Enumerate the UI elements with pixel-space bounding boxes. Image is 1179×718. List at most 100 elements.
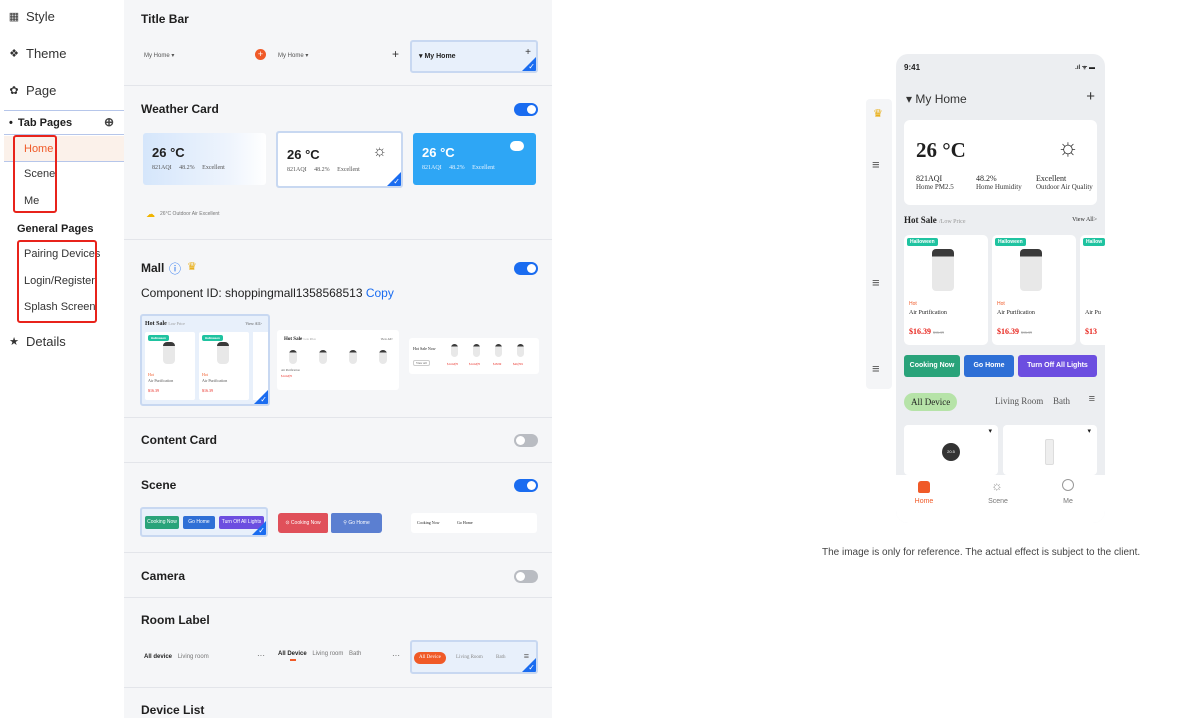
- thermostat-device: 20.5: [942, 443, 960, 461]
- product-name: Air Purification: [909, 310, 947, 316]
- info-icon[interactable]: ⓘ: [169, 260, 181, 277]
- nav-style-label: Style: [26, 8, 55, 24]
- weather-style-2[interactable]: 26 °C ☼ 821AQI 48.2% Excellent ✓: [276, 131, 403, 188]
- weather-temp: 26 °C: [152, 145, 185, 160]
- mall-style-3[interactable]: Hot Sale Now View All $1412(H $1412(H $1…: [409, 338, 539, 374]
- weather-air: Excellent: [472, 165, 495, 171]
- scene-style-3[interactable]: Cooking Now Go Home: [411, 513, 537, 533]
- product-name: Air Purification: [997, 310, 1035, 316]
- app-root: ▦ Style ❖ Theme ✿ Page • Tab Pages ⊕ Hom…: [0, 0, 1179, 718]
- preview-aqi-label: Home PM2.5: [916, 183, 954, 191]
- scene-style-1[interactable]: Cooking Now Go Home Turn Off All Lights …: [140, 507, 268, 537]
- plus-circle-icon: +: [255, 49, 266, 60]
- scene-cooking-button[interactable]: Cooking Now: [904, 355, 960, 377]
- tab-home[interactable]: Home: [909, 498, 939, 505]
- tab-me[interactable]: Me: [1053, 498, 1083, 505]
- scene-go-home-button[interactable]: Go Home: [964, 355, 1014, 377]
- preview-humidity-label: Home Humidity: [976, 183, 1022, 191]
- hot-sale-heading: Hot Sale /Low Price: [904, 215, 966, 225]
- scene-toggle[interactable]: [514, 479, 538, 492]
- star-icon: ★: [9, 335, 19, 348]
- title-bar-option-2[interactable]: My Home ▾: [278, 52, 308, 59]
- scene-tab-icon: ☼: [991, 478, 1003, 493]
- room-tab-bath[interactable]: Bath: [1053, 396, 1070, 406]
- room-style-3[interactable]: All Device Living Room Bath ≡ ✓: [410, 640, 538, 674]
- theme-icon: ❖: [9, 47, 19, 60]
- tab-pages-header[interactable]: • Tab Pages ⊕: [0, 112, 124, 134]
- scene-lights-button[interactable]: Turn Off All Lights: [1018, 355, 1097, 377]
- drag-handle-icon[interactable]: ≡: [872, 275, 880, 290]
- room-tab-living[interactable]: Living Room: [995, 396, 1043, 406]
- me-tab-icon: [1062, 479, 1074, 491]
- weather-humidity: 48.2%: [314, 167, 330, 173]
- weather-style-3[interactable]: 26 °C 821AQI 48.2% Excellent: [413, 133, 536, 185]
- room-tab-all[interactable]: All Device: [904, 393, 958, 411]
- section-scene: Scene Cooking Now Go Home Turn Off All L…: [124, 463, 552, 553]
- title-bar-option-3[interactable]: ▾ My Home + ✓: [410, 40, 538, 73]
- view-all-link[interactable]: View All>: [245, 321, 262, 326]
- component-id: Component ID: shoppingmall1358568513: [141, 286, 363, 300]
- product-price: $13: [1085, 327, 1097, 336]
- copy-link[interactable]: Copy: [366, 286, 394, 300]
- add-icon[interactable]: +: [1086, 88, 1095, 105]
- mall-title: Mall: [141, 261, 165, 275]
- preview-air-label: Outdoor Air Quality: [1036, 183, 1093, 191]
- product-card-2[interactable]: Halloween Hot Air Purification $16.39 $1…: [992, 235, 1076, 345]
- weather-humidity: 48.2%: [449, 165, 465, 171]
- scene-style-2[interactable]: ⊙ Cooking Now ⚲ Go Home: [278, 513, 382, 533]
- add-circle-icon[interactable]: ⊕: [104, 115, 114, 129]
- mall-style-2[interactable]: Hot Sale Low Price View All> Air Purific…: [277, 330, 399, 390]
- weather-aqi: 821AQI: [287, 167, 307, 173]
- preview-air: Excellent: [1036, 174, 1067, 183]
- product-card-1[interactable]: Halloween Hot Air Purification $16.39 $1…: [904, 235, 988, 345]
- weather-aqi: 821AQI: [152, 165, 172, 171]
- nav-theme-label: Theme: [26, 45, 67, 61]
- view-all-link[interactable]: View All>: [1072, 217, 1097, 223]
- general-pages-title: General Pages: [17, 223, 94, 235]
- device-card-2[interactable]: ▾: [1003, 425, 1097, 475]
- weather-temp: 26 °C: [287, 147, 320, 162]
- weather-style-1[interactable]: 26 °C 821AQI 48.2% Excellent: [143, 133, 266, 185]
- weather-card-toggle[interactable]: [514, 103, 538, 116]
- title-bar-option-1[interactable]: My Home ▾: [144, 52, 174, 59]
- mall-toggle[interactable]: [514, 262, 538, 275]
- section-weather-card: Weather Card 26 °C 821AQI 48.2% Excellen…: [124, 86, 552, 240]
- mall-style-1[interactable]: Hot Sale Low Price View All> Halloween H…: [140, 314, 270, 406]
- drag-handle-icon[interactable]: ≡: [872, 361, 880, 376]
- weather-card: 26 °C ☼ 821AQI Home PM2.5 48.2% Home Hum…: [904, 120, 1097, 205]
- nav-style[interactable]: ▦ Style: [0, 5, 55, 27]
- status-icons: .ıl ᯤ ▬: [1075, 65, 1095, 71]
- weather-air: Excellent: [202, 165, 225, 171]
- camera-toggle[interactable]: [514, 570, 538, 583]
- sun-icon: ☁: [146, 209, 155, 219]
- bullet-icon: •: [9, 117, 13, 129]
- reference-note: The image is only for reference. The act…: [822, 547, 1141, 558]
- nav-details[interactable]: ★ Details: [0, 330, 66, 352]
- section-rail: ♛ ≡ ≡ ≡: [866, 99, 892, 389]
- content-card-toggle[interactable]: [514, 434, 538, 447]
- room-style-1-living: Living room: [177, 654, 209, 660]
- product-card-3[interactable]: Hallow Air Pu $13: [1080, 235, 1105, 345]
- check-icon: ✓: [528, 62, 535, 71]
- device-card-1[interactable]: ▾ 20.5: [904, 425, 998, 475]
- nav-theme[interactable]: ❖ Theme: [0, 42, 66, 64]
- product-hot-badge: Hot: [909, 301, 917, 307]
- weather-compact-text: 26°C Outdoor Air Excellent: [160, 211, 220, 217]
- nav-details-label: Details: [26, 333, 66, 349]
- check-icon: ✓: [528, 663, 535, 672]
- room-menu-icon[interactable]: ≡: [1089, 393, 1095, 405]
- section-title-bar: Title Bar My Home ▾ + My Home ▾ + ▾ My H…: [124, 0, 552, 86]
- room-style-1-all: All device: [144, 654, 173, 660]
- weather-aqi: 821AQI: [422, 165, 442, 171]
- product-tag: Halloween: [995, 238, 1026, 246]
- section-content-card: Content Card: [124, 418, 552, 463]
- scene-btn-cooking: Cooking Now: [145, 516, 179, 529]
- nav-page[interactable]: ✿ Page: [0, 79, 56, 101]
- sun-cloud-icon: ☼: [1057, 134, 1079, 161]
- drag-handle-icon[interactable]: ≡: [872, 157, 880, 172]
- tab-scene[interactable]: Scene: [983, 498, 1013, 505]
- scene-btn-cooking-alt: ⊙ Cooking Now: [278, 513, 328, 533]
- weather-humidity: 48.2%: [179, 165, 195, 171]
- home-title[interactable]: ▾ My Home: [906, 92, 967, 106]
- product-tag: Hallow: [1083, 238, 1105, 246]
